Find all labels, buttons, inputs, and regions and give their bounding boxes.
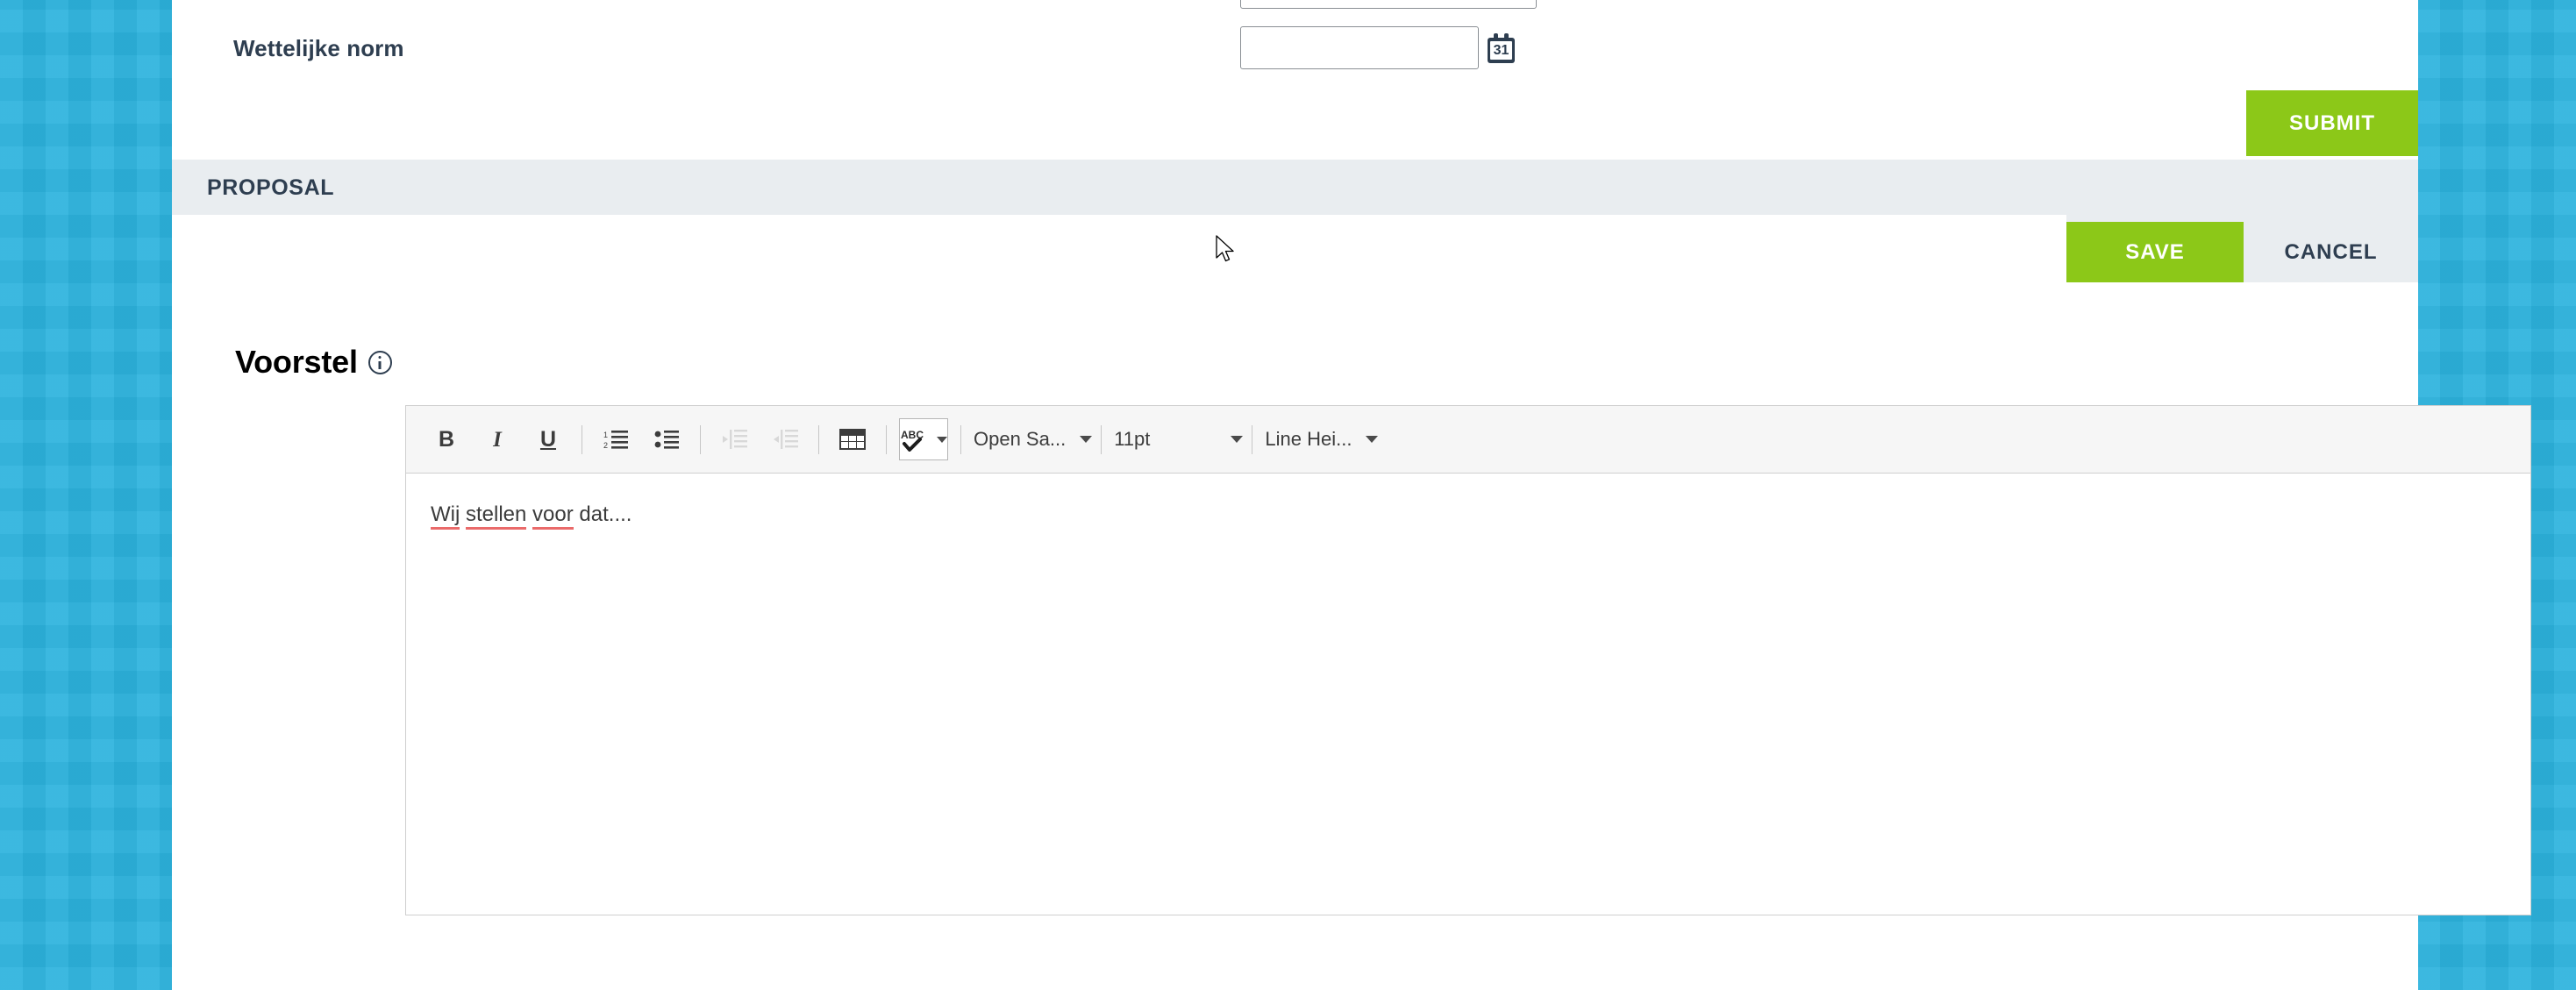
calendar-day-number: 31 [1490,40,1512,60]
font-size-value: 11pt [1114,428,1151,450]
indent-icon[interactable] [764,418,806,460]
legal-norm-date-input[interactable] [1240,26,1479,69]
line-height-select[interactable]: Line Hei... [1265,428,1379,451]
editor-word: Wij [431,502,460,530]
toolbar-separator [1101,424,1102,454]
table-icon[interactable] [831,418,874,460]
chevron-down-icon [1080,436,1093,443]
underline-button[interactable]: U [527,418,569,460]
outdent-icon[interactable] [713,418,755,460]
info-circle-icon[interactable] [367,350,392,374]
chevron-down-icon [1231,436,1244,443]
action-bar-filler [172,215,2066,282]
font-family-value: Open Sa... [974,428,1067,450]
cancel-button[interactable]: CANCEL [2244,222,2418,282]
calendar-icon[interactable]: 31 [1488,32,1515,63]
upper-text-input[interactable] [1240,0,1537,9]
page-title: Voorstel [235,344,358,380]
editor-content-area[interactable]: Wij stellen voor dat.... [406,474,2530,915]
svg-text:1: 1 [603,431,608,439]
toolbar-separator [700,424,701,454]
numbered-list-icon[interactable]: 1 2 [595,418,637,460]
svg-text:2: 2 [603,441,608,450]
bullet-list-icon[interactable] [646,418,688,460]
legal-norm-label: Wettelijke norm [233,35,404,61]
editor-word: dat.... [579,502,632,526]
action-bar: SAVE CANCEL [172,215,2418,282]
rich-text-editor: B I U 1 2 ABC Open Sa... 11pt Line Hei..… [405,405,2531,915]
editor-heading: Voorstel [235,344,392,381]
submit-button[interactable]: SUBMIT [2246,90,2418,156]
editor-word: voor [532,502,574,530]
toolbar-separator [960,424,961,454]
chevron-down-icon [936,436,947,443]
line-height-value: Line Hei... [1265,428,1352,450]
toolbar-separator [818,424,819,454]
editor-paragraph: Wij stellen voor dat.... [431,500,2530,530]
editor-word: stellen [466,502,527,530]
section-title: PROPOSAL [207,175,335,200]
legal-norm-date-row: 31 [1240,26,1515,69]
font-family-select[interactable]: Open Sa... [974,428,1093,451]
editor-toolbar: B I U 1 2 ABC Open Sa... 11pt Line Hei..… [406,406,2530,474]
font-size-select[interactable]: 11pt [1114,428,1244,451]
save-button[interactable]: SAVE [2066,222,2244,282]
section-header-proposal: PROPOSAL [172,160,2418,215]
abc-spellcheck-icon[interactable]: ABC [899,418,948,460]
chevron-down-icon [1366,436,1379,443]
italic-button[interactable]: I [476,418,518,460]
content-panel: Wettelijke norm 31 SUBMIT PROPOSAL SAVE … [172,0,2531,990]
form-area: Wettelijke norm 31 SUBMIT [172,0,2418,156]
toolbar-separator [886,424,887,454]
bold-button[interactable]: B [425,418,467,460]
